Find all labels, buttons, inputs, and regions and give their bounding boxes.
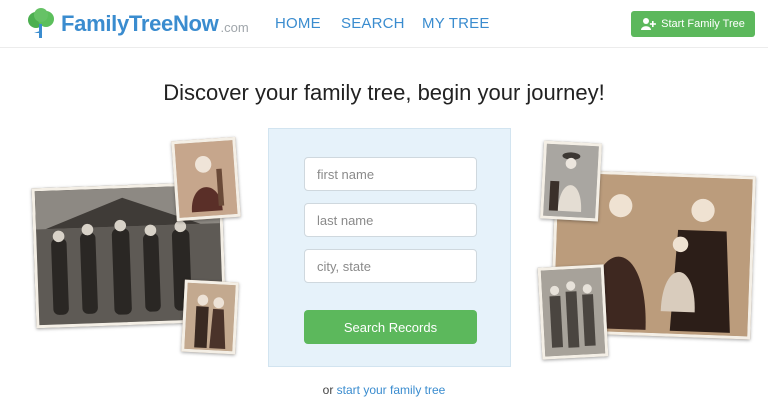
start-family-tree-button[interactable]: Start Family Tree	[631, 11, 755, 37]
city-state-input[interactable]	[304, 249, 477, 283]
logo-domain-suffix: .com	[220, 19, 249, 35]
page-headline: Discover your family tree, begin your jo…	[163, 80, 605, 105]
nav-my-tree[interactable]: MY TREE	[422, 15, 490, 32]
start-family-tree-link[interactable]: start your family tree	[337, 383, 446, 397]
first-name-input[interactable]	[304, 157, 477, 191]
child-portrait-photo	[171, 136, 241, 222]
start-tree-prompt: or start your family tree	[0, 383, 768, 397]
nav-home[interactable]: HOME	[275, 15, 321, 32]
group-costume-photo	[537, 264, 609, 360]
last-name-input[interactable]	[304, 203, 477, 237]
search-panel: Search Records	[268, 128, 511, 367]
top-bar: FamilyTreeNow .com HOME SEARCH MY TREE S…	[0, 0, 768, 48]
add-user-icon	[641, 18, 657, 30]
or-text: or	[322, 383, 334, 397]
site-logo[interactable]: FamilyTreeNow .com	[24, 7, 249, 41]
start-family-tree-label: Start Family Tree	[661, 18, 745, 30]
nav-search[interactable]: SEARCH	[341, 15, 405, 32]
couple-portrait-photo	[181, 279, 239, 355]
logo-wordmark: FamilyTreeNow	[61, 11, 219, 36]
tree-logo-icon	[28, 8, 54, 38]
child-with-chair-photo	[539, 140, 603, 222]
search-records-button[interactable]: Search Records	[304, 310, 477, 344]
